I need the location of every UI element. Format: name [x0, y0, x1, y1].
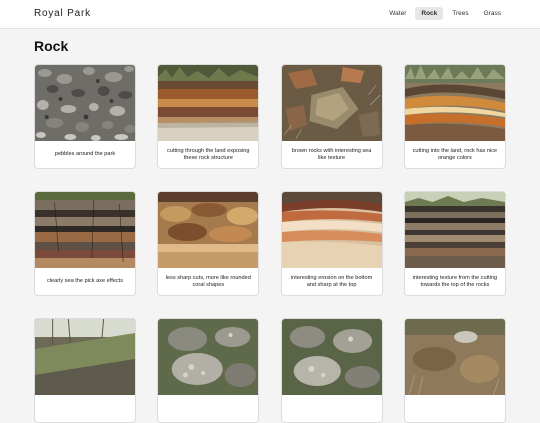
card-caption: clearly sea the pick axe effects — [46, 278, 124, 285]
category-nav: Water Rock Trees Grass — [383, 7, 507, 20]
card-caption: brown rocks with interesting sea like te… — [291, 147, 372, 161]
card-caption — [158, 395, 258, 422]
ochre-rounded-rock-photo — [158, 192, 259, 268]
card-caption: cutting into the land, rock has nice ora… — [412, 147, 498, 161]
gallery-card[interactable] — [34, 318, 136, 423]
gallery-card[interactable]: brown rocks with interesting sea like te… — [280, 64, 383, 169]
card-caption: less sharp cuts, more like rounded coral… — [165, 274, 251, 288]
nav-tab-grass[interactable]: Grass — [478, 7, 507, 20]
brown-rocks-photo — [281, 65, 382, 141]
gallery-card[interactable]: less sharp cuts, more like rounded coral… — [157, 191, 260, 296]
gallery-card[interactable]: pebbles around the park — [34, 64, 136, 169]
layered-cutting-photo — [158, 65, 259, 141]
card-caption: interesting erosion on the bottom and sh… — [290, 274, 373, 288]
gallery-card[interactable]: cutting through the land exposing these … — [157, 64, 260, 169]
card-caption — [405, 395, 505, 422]
photo-gallery: pebbles around the park cutting through … — [34, 64, 506, 423]
nav-tab-trees[interactable]: Trees — [446, 7, 474, 20]
site-brand[interactable]: Royal Park — [34, 8, 91, 19]
card-caption — [282, 395, 382, 422]
grey-pebbles-photo — [35, 65, 135, 141]
gallery-card[interactable]: interesting texture from the cutting tow… — [403, 191, 506, 296]
lichen-boulder-photo — [158, 319, 259, 395]
card-caption — [35, 395, 135, 422]
dark-layered-cliff-photo — [35, 192, 135, 268]
gallery-card[interactable] — [403, 318, 506, 423]
card-caption: pebbles around the park — [54, 151, 116, 158]
top-nav-bar: Royal Park Water Rock Trees Grass — [0, 0, 540, 29]
sandstone-erosion-photo — [281, 192, 382, 268]
card-caption: interesting texture from the cutting tow… — [412, 274, 498, 288]
card-caption: cutting through the land exposing these … — [167, 147, 250, 161]
lichen-boulder-photo-2 — [281, 319, 382, 395]
gallery-card[interactable] — [280, 318, 383, 423]
gallery-card[interactable]: interesting erosion on the bottom and sh… — [280, 191, 383, 296]
stratified-outcrop-photo — [404, 192, 505, 268]
dry-scrub-rock-photo — [404, 319, 505, 395]
nav-tab-water[interactable]: Water — [383, 7, 412, 20]
gallery-card[interactable] — [157, 318, 260, 423]
orange-rock-photo — [404, 65, 505, 141]
gallery-card[interactable]: cutting into the land, rock has nice ora… — [403, 64, 506, 169]
grassy-slope-photo — [35, 319, 135, 395]
gallery-card[interactable]: clearly sea the pick axe effects — [34, 191, 136, 296]
page-title: Rock — [34, 38, 69, 54]
nav-tab-rock[interactable]: Rock — [415, 7, 444, 20]
